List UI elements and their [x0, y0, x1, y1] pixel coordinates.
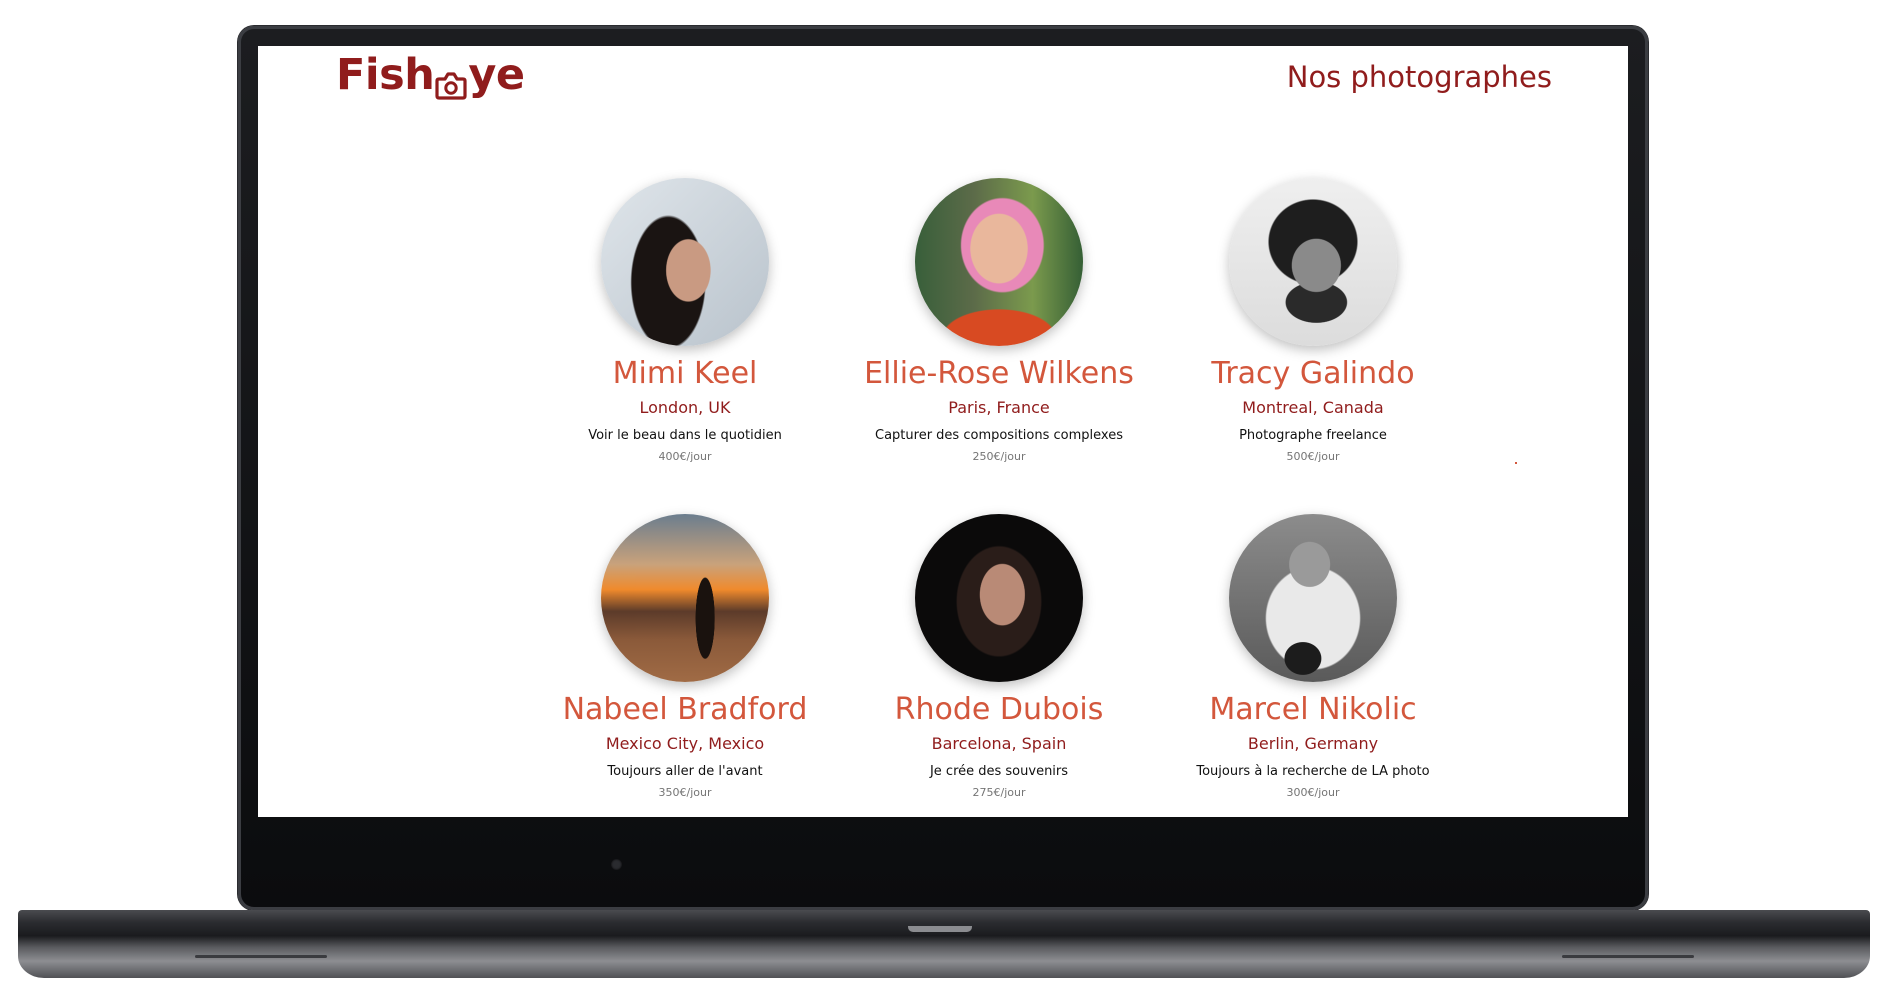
photographer-name[interactable]: Nabeel Bradford — [528, 691, 842, 729]
photographer-location: Montreal, Canada — [1242, 398, 1384, 417]
photographer-card[interactable]: Tracy Galindo Montreal, Canada Photograp… — [1156, 178, 1470, 464]
photographer-tagline: Je crée des souvenirs — [929, 764, 1069, 779]
photographer-name[interactable]: Tracy Galindo — [1156, 355, 1470, 393]
photographer-location: Barcelona, Spain — [931, 734, 1067, 753]
photographer-tagline: Photographe freelance — [1239, 428, 1387, 443]
photographer-price: 250€/jour — [972, 450, 1026, 463]
photographer-location: Paris, France — [948, 398, 1050, 417]
photographer-name[interactable]: Rhode Dubois — [842, 691, 1156, 729]
photographers-grid: Mimi Keel London, UK Voir le beau dans l… — [528, 178, 1472, 800]
photographer-card[interactable]: Rhode Dubois Barcelona, Spain Je crée de… — [842, 514, 1156, 800]
photographer-card[interactable]: Nabeel Bradford Mexico City, Mexico Touj… — [528, 514, 842, 800]
photographer-price: 350€/jour — [658, 786, 712, 799]
photographer-card[interactable]: Marcel Nikolic Berlin, Germany Toujours … — [1156, 514, 1470, 800]
camera-icon — [435, 62, 467, 100]
stray-dot — [1515, 462, 1517, 464]
laptop-vent-right — [1562, 955, 1694, 958]
laptop-base — [18, 910, 1870, 978]
avatar[interactable] — [1229, 514, 1397, 682]
photographer-name[interactable]: Ellie-Rose Wilkens — [842, 355, 1156, 393]
site-header: Fish ye Nos photographes — [258, 46, 1628, 166]
webcam — [611, 859, 622, 870]
page-title: Nos photographes — [1286, 60, 1552, 94]
logo-text-left: Fish — [336, 50, 435, 100]
photographer-name[interactable]: Marcel Nikolic — [1156, 691, 1470, 729]
logo-text-right: ye — [468, 50, 525, 100]
avatar[interactable] — [601, 178, 769, 346]
avatar[interactable] — [1229, 178, 1397, 346]
photographer-tagline: Toujours à la recherche de LA photo — [1196, 764, 1430, 779]
photographer-tagline: Voir le beau dans le quotidien — [588, 428, 782, 443]
fisheye-logo[interactable]: Fish ye — [336, 50, 525, 100]
photographer-price: 275€/jour — [972, 786, 1026, 799]
avatar[interactable] — [915, 514, 1083, 682]
photographer-location: Mexico City, Mexico — [605, 734, 765, 753]
photographer-price: 400€/jour — [658, 450, 712, 463]
laptop-vent-left — [195, 955, 327, 958]
photographer-tagline: Capturer des compositions complexes — [875, 428, 1123, 443]
photographer-tagline: Toujours aller de l'avant — [607, 764, 763, 779]
avatar[interactable] — [601, 514, 769, 682]
screen: Fish ye Nos photographes Mimi Keel Londo… — [258, 46, 1628, 817]
avatar[interactable] — [915, 178, 1083, 346]
photographer-price: 500€/jour — [1286, 450, 1340, 463]
photographer-location: London, UK — [639, 398, 731, 417]
photographer-price: 300€/jour — [1286, 786, 1340, 799]
photographer-name[interactable]: Mimi Keel — [528, 355, 842, 393]
photographer-card[interactable]: Ellie-Rose Wilkens Paris, France Capture… — [842, 178, 1156, 464]
photographer-card[interactable]: Mimi Keel London, UK Voir le beau dans l… — [528, 178, 842, 464]
photographer-location: Berlin, Germany — [1247, 734, 1379, 753]
laptop-notch — [908, 926, 972, 932]
